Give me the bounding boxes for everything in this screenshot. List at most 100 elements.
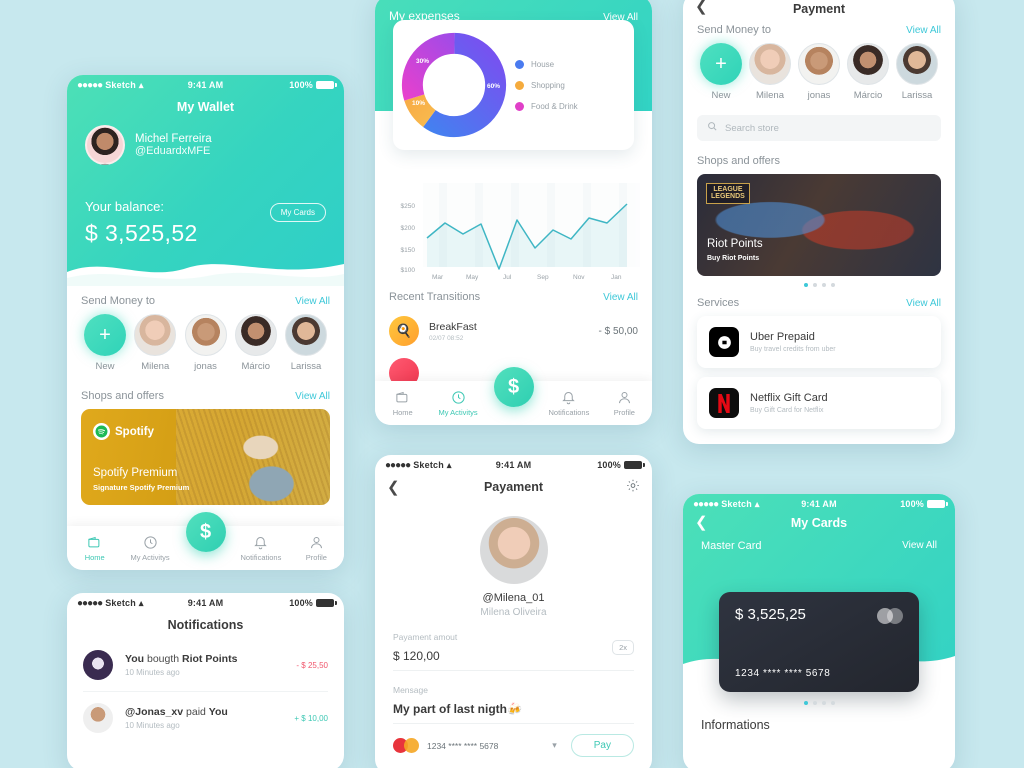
- contact-label: Márcio: [241, 361, 270, 372]
- legend-label: Food & Drink: [531, 101, 578, 111]
- gear-icon[interactable]: [626, 478, 640, 497]
- nav-home[interactable]: Home: [375, 390, 430, 417]
- nav-label: Notifications: [240, 552, 282, 562]
- chevron-left-icon[interactable]: ❮: [695, 515, 708, 530]
- multiplier-button[interactable]: 2x: [612, 640, 634, 655]
- view-all-link[interactable]: View All: [906, 298, 941, 309]
- svg-text:Nov: Nov: [573, 274, 585, 281]
- carousel-dot[interactable]: [812, 283, 817, 287]
- nav-home[interactable]: Home: [67, 535, 122, 562]
- spotify-brand: Spotify: [93, 423, 154, 440]
- expenses-donut-card: 60% 10% 30% House Shopping Food & Drink: [393, 20, 634, 150]
- legend-swatch: [515, 59, 524, 69]
- search-icon: [707, 119, 718, 137]
- contact-item[interactable]: Larissa: [282, 314, 330, 372]
- card-type-label: Master Card: [701, 540, 762, 552]
- notification-action: bougth: [144, 653, 183, 665]
- nav-profile[interactable]: Profile: [289, 535, 344, 562]
- signal-dots-icon: ●●●●●: [693, 498, 719, 510]
- pay-button[interactable]: Pay: [570, 734, 634, 757]
- carousel-dot[interactable]: [821, 701, 826, 705]
- nav-my-activitys[interactable]: My Activitys: [122, 535, 177, 562]
- nav-profile[interactable]: Profile: [597, 390, 652, 417]
- legend-item: House: [515, 59, 628, 69]
- notification-item[interactable]: @Jonas_xv paid You 10 Minutes ago + $ 10…: [67, 692, 344, 744]
- pay-fab-button[interactable]: $: [185, 512, 226, 552]
- contact-new[interactable]: + New: [81, 314, 129, 372]
- contact-item[interactable]: Milena: [746, 43, 794, 101]
- notification-item[interactable]: You bougth Riot Points 10 Minutes ago - …: [67, 639, 344, 691]
- transaction-row[interactable]: 🍳 BreakFast 02/07 08:52 - $ 50,00: [375, 310, 652, 352]
- nav-notifications[interactable]: Notifications: [541, 390, 596, 417]
- field-value: My part of last nigth🍻: [393, 702, 634, 724]
- contact-label: jonas: [194, 361, 217, 372]
- notification-text: You bougth Riot Points: [125, 653, 284, 665]
- my-cards-button[interactable]: My Cards: [269, 203, 326, 222]
- search-input[interactable]: Search store: [697, 115, 941, 141]
- service-item-uber[interactable]: Uber Prepaid Buy travel credits from ube…: [697, 316, 941, 368]
- contact-item[interactable]: Milena: [131, 314, 179, 372]
- view-all-link[interactable]: View All: [295, 296, 330, 307]
- legend-label: Shopping: [531, 80, 565, 90]
- transaction-amount: - $ 50,00: [598, 325, 638, 337]
- carousel-dots[interactable]: [683, 283, 955, 287]
- carousel-dot[interactable]: [830, 701, 835, 705]
- league-of-legends-icon: LEAGUE LEGENDS: [706, 183, 750, 204]
- transaction-name: BreakFast: [429, 320, 477, 333]
- carousel-dot[interactable]: [812, 701, 817, 705]
- avatar: [184, 314, 227, 356]
- legend-swatch: [515, 101, 524, 111]
- wifi-icon: ▴: [446, 459, 452, 470]
- message-field[interactable]: Mensage My part of last nigth🍻: [375, 685, 652, 724]
- nav-notifications[interactable]: Notifications: [233, 535, 288, 562]
- battery-icon: [624, 461, 646, 469]
- section-title: Shops and offers: [697, 155, 780, 167]
- carousel-dot[interactable]: [803, 283, 808, 287]
- contact-item[interactable]: jonas: [182, 314, 230, 372]
- carousel-dot[interactable]: [830, 283, 835, 287]
- spotify-promo-card[interactable]: Spotify Spotify Premium Signature Spotif…: [81, 409, 330, 505]
- nav-label: My Activitys: [438, 407, 478, 417]
- carousel-dot[interactable]: [821, 283, 826, 287]
- notification-subject: Riot Points: [182, 653, 238, 665]
- nav-label: Home: [392, 407, 413, 417]
- service-item-netflix[interactable]: Netflix Gift Card Buy Gift Card for Netf…: [697, 377, 941, 429]
- nav-bar: ❮ My Cards: [683, 514, 955, 534]
- view-all-link[interactable]: View All: [603, 292, 638, 303]
- chevron-left-icon[interactable]: ❮: [387, 480, 400, 495]
- card-number[interactable]: 1234 **** **** 5678: [427, 741, 544, 751]
- wifi-icon: ▴: [754, 498, 760, 509]
- riot-points-banner[interactable]: LEAGUE LEGENDS Riot Points Buy Riot Poin…: [697, 174, 941, 276]
- contact-item[interactable]: Márcio: [844, 43, 892, 101]
- view-all-link[interactable]: View All: [906, 25, 941, 36]
- svg-text:May: May: [466, 274, 479, 281]
- notification-text: @Jonas_xv paid You: [125, 706, 282, 718]
- contact-new[interactable]: + New: [697, 43, 745, 101]
- chevron-left-icon[interactable]: ❮: [695, 0, 708, 14]
- informations-title: Informations: [701, 718, 770, 732]
- credit-card[interactable]: $ 3,525,25 1234 **** **** 5678: [719, 592, 919, 692]
- service-desc: Buy travel credits from uber: [750, 346, 836, 353]
- user-handle: @EduardxMFE: [135, 145, 211, 157]
- chevron-down-icon[interactable]: ▾: [552, 740, 557, 751]
- nav-bar: ❮ Payment: [683, 0, 955, 24]
- carousel-dot[interactable]: [803, 701, 808, 705]
- contact-item[interactable]: jonas: [795, 43, 843, 101]
- section-title: Shops and offers: [81, 390, 164, 402]
- contact-item[interactable]: Márcio: [232, 314, 280, 372]
- banner-subtitle: Buy Riot Points: [707, 255, 760, 262]
- carousel-dots[interactable]: [683, 701, 955, 705]
- screen-payament: ●●●●● Sketch ▴ 9:41 AM 100% ❮ Payament @…: [375, 455, 652, 768]
- logo-line-1: LEAGUE: [713, 186, 743, 193]
- amount-field[interactable]: Payament amout $ 120,00 2x: [375, 632, 652, 671]
- view-all-link[interactable]: View All: [902, 540, 937, 552]
- expenses-hero: My expenses View All 60% 10% 30% House S…: [375, 0, 652, 150]
- contact-item[interactable]: Larissa: [893, 43, 941, 101]
- carrier-label: Sketch: [413, 460, 444, 470]
- nav-my-activitys[interactable]: My Activitys: [430, 390, 485, 417]
- pay-fab-button[interactable]: $: [493, 367, 534, 407]
- screen-my-cards: ●●●●● Sketch ▴ 9:41 AM 100% ❮ My Cards M…: [683, 494, 955, 768]
- avatar: [285, 314, 327, 356]
- view-all-link[interactable]: View All: [295, 391, 330, 402]
- notification-amount: + $ 10,00: [294, 713, 328, 723]
